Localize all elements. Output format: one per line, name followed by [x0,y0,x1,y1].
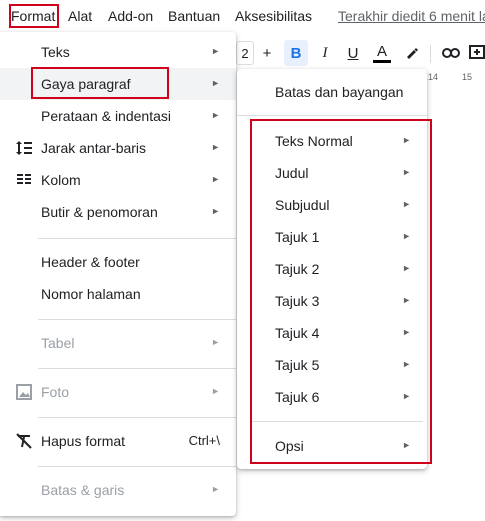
format-menu: Teks ► Gaya paragraf ► Perataan & indent… [0,32,236,516]
menu-add-on[interactable]: Add-on [108,8,153,24]
menu-divider [38,368,236,369]
submenu-arrow-icon: ► [211,337,220,347]
submenu-arrow-icon: ► [211,484,220,494]
font-size-field[interactable]: 2 [236,41,254,65]
menu-item-label: Perataan & indentasi [41,108,171,124]
shortcut-label: Ctrl+\ [188,433,220,448]
menu-item-label: Jarak antar-baris [41,140,147,156]
menu-item-label: Foto [41,384,70,400]
menu-item-label: Nomor halaman [41,286,141,302]
submenu-arrow-icon: ► [211,110,220,120]
menu-item-label: Tabel [41,335,75,351]
underline-button[interactable]: U [344,36,362,70]
menu-divider [38,417,236,418]
highlight-pen-button[interactable] [402,36,422,70]
submenu-arrow-icon: ► [211,46,220,56]
font-size-plus-button[interactable]: + [258,36,276,70]
clear-formatting-icon [16,433,32,449]
line-spacing-icon [16,141,32,155]
menu-item-kolom[interactable]: Kolom ► [0,164,236,196]
image-icon [16,384,32,400]
link-icon [442,48,460,58]
menu-item-tabel: Tabel ► [0,327,236,359]
toolbar-divider [430,45,431,63]
menu-item-header-footer[interactable]: Header & footer [0,246,236,278]
menu-item-label: Batas & garis [41,482,125,498]
text-color-bar [373,59,391,63]
text-color-button[interactable]: A [372,36,392,70]
toolbar: 2 + B I U A [236,36,485,70]
menu-item-butir-penomoran[interactable]: Butir & penomoran ► [0,196,236,228]
ruler-mark-14: 14 [428,72,439,82]
gaya-paragraf-highlight-box [31,67,169,99]
styles-list-highlight-box [250,119,432,464]
menu-item-teks[interactable]: Teks ► [0,36,236,68]
insert-comment-button[interactable] [468,36,485,70]
menu-item-batas-bayangan[interactable]: Batas dan bayangan [237,76,427,108]
menu-item-label: Teks [41,44,70,60]
text-color-label: A [376,42,387,60]
menu-item-label: Butir & penomoran [41,204,158,220]
menu-item-label: Kolom [41,172,81,188]
menu-item-batas-garis: Batas & garis ► [0,474,236,506]
insert-link-button[interactable] [440,36,462,70]
format-highlight-box [9,4,59,28]
menu-divider [38,319,236,320]
menu-divider [38,466,236,467]
submenu-arrow-icon: ► [211,386,220,396]
menu-item-hapus-format[interactable]: Hapus format Ctrl+\ [0,425,236,457]
submenu-arrow-icon: ► [211,142,220,152]
menu-item-foto: Foto ► [0,376,236,408]
marker-icon [407,48,418,59]
menu-bantuan[interactable]: Bantuan [168,8,220,24]
menu-item-perataan-indentasi[interactable]: Perataan & indentasi ► [0,100,236,132]
menu-item-label: Header & footer [41,254,140,270]
menu-divider [38,238,236,239]
bold-button[interactable]: B [284,40,308,66]
italic-button[interactable]: I [316,36,334,70]
menu-bar: Format Alat Add-on Bantuan Aksesibilitas… [0,0,485,34]
menu-item-nomor-halaman[interactable]: Nomor halaman [0,278,236,310]
ruler-mark-15: 15 [462,72,473,82]
menu-aksesibilitas[interactable]: Aksesibilitas [235,8,312,24]
last-edit-link[interactable]: Terakhir diedit 6 menit lal [338,8,485,24]
submenu-arrow-icon: ► [211,206,220,216]
menu-divider [237,115,427,116]
menu-alat[interactable]: Alat [68,8,92,24]
submenu-arrow-icon: ► [211,78,220,88]
add-comment-icon [469,45,485,59]
submenu-arrow-icon: ► [211,174,220,184]
menu-item-label: Batas dan bayangan [275,84,404,100]
columns-icon [17,174,31,184]
menu-item-jarak-antar-baris[interactable]: Jarak antar-baris ► [0,132,236,164]
menu-item-label: Hapus format [41,433,126,449]
